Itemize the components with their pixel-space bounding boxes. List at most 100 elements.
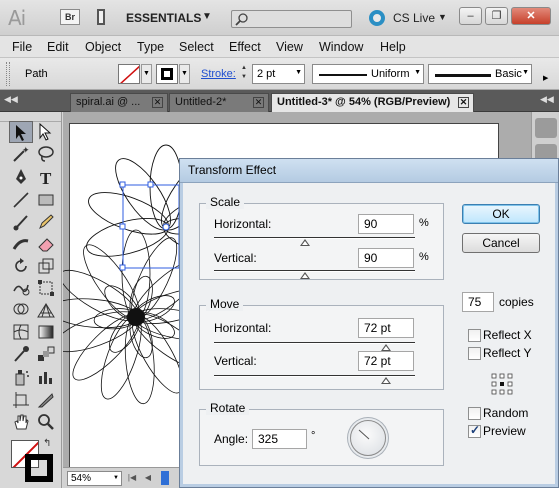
stroke-weight-stepper[interactable]: ▲ ▼ (238, 64, 250, 84)
menu-select[interactable]: Select (179, 40, 214, 54)
move-horizontal-thumb[interactable] (381, 344, 391, 351)
chevron-down-icon[interactable]: ▼ (414, 69, 421, 76)
scale-vertical-slider[interactable] (214, 270, 415, 272)
close-icon[interactable]: ✕ (253, 97, 264, 108)
scale-horizontal-thumb[interactable] (300, 239, 310, 246)
menu-help[interactable]: Help (380, 40, 406, 54)
rotate-tool[interactable] (9, 255, 33, 277)
stroke-weight-field[interactable]: 2 pt ▼ (252, 64, 305, 84)
preview-checkbox[interactable] (468, 423, 481, 438)
cs-live-button[interactable]: CS Live (393, 11, 435, 25)
scale-horizontal-slider[interactable] (214, 237, 415, 239)
scale-vertical-input[interactable]: 90 (358, 248, 414, 268)
restore-button[interactable]: ❐ (485, 7, 508, 25)
zoom-level-field[interactable]: 54% ▼ (67, 471, 122, 486)
menu-view[interactable]: View (276, 40, 303, 54)
minimize-button[interactable]: – (459, 7, 482, 25)
workspace-switcher[interactable]: ESSENTIALS (126, 11, 201, 25)
panel-grip[interactable] (6, 62, 10, 86)
mesh-tool[interactable] (9, 321, 33, 343)
random-label[interactable]: Random (483, 406, 528, 420)
copies-input[interactable]: 75 (462, 292, 494, 312)
eraser-tool[interactable] (34, 233, 58, 255)
cs-live-icon[interactable] (369, 10, 385, 26)
rectangle-tool[interactable] (34, 189, 58, 211)
magic-wand-tool[interactable]: ✦ (9, 143, 33, 165)
rotate-angle-input[interactable]: 325 (252, 429, 307, 449)
tab-untitled-2[interactable]: Untitled-2* ✕ (169, 93, 269, 112)
help-search-input[interactable] (231, 10, 352, 28)
close-icon[interactable]: ✕ (458, 97, 469, 108)
random-checkbox[interactable] (468, 407, 481, 420)
ok-button[interactable]: OK (462, 204, 540, 224)
scale-vertical-thumb[interactable] (300, 272, 310, 279)
move-vertical-thumb[interactable] (381, 377, 391, 384)
gradient-tool[interactable] (34, 321, 58, 343)
rotate-angle-dial[interactable] (350, 420, 386, 456)
cancel-button[interactable]: Cancel (462, 233, 540, 253)
panel-menu-icon[interactable]: ▶ (543, 74, 548, 82)
reflect-x-label[interactable]: Reflect X (483, 328, 532, 342)
eyedropper-tool[interactable] (9, 343, 33, 365)
chevron-down-icon[interactable]: ▼ (113, 475, 119, 481)
symbol-sprayer-tool[interactable] (9, 366, 33, 388)
hand-tool[interactable] (9, 411, 33, 433)
chevron-down-icon[interactable]: ▼ (295, 69, 302, 76)
blob-brush-tool[interactable] (9, 233, 33, 255)
stroke-swatch[interactable] (156, 64, 178, 84)
stroke-color-box[interactable] (25, 454, 53, 482)
menu-object[interactable]: Object (85, 40, 121, 54)
move-horizontal-input[interactable]: 72 pt (358, 318, 414, 338)
artboard-tool[interactable] (9, 389, 33, 411)
line-segment-tool[interactable] (9, 189, 33, 211)
color-panel-icon[interactable] (535, 118, 557, 138)
close-button[interactable]: ✕ (511, 7, 551, 25)
collapse-tools-icon[interactable]: ◀◀ (4, 94, 18, 105)
zoom-tool[interactable] (34, 411, 58, 433)
menu-edit[interactable]: Edit (47, 40, 69, 54)
type-tool[interactable]: T (34, 166, 58, 188)
lasso-tool[interactable] (34, 143, 58, 165)
stroke-dropdown[interactable]: ▼ (179, 64, 190, 84)
paintbrush-tool[interactable] (9, 211, 33, 233)
variable-width-profile[interactable]: Uniform ▼ (312, 64, 424, 84)
menu-file[interactable]: File (12, 40, 32, 54)
reflect-y-checkbox[interactable] (468, 347, 481, 360)
scale-horizontal-input[interactable]: 90 (358, 214, 414, 234)
preview-label[interactable]: Preview (483, 424, 526, 438)
first-artboard-button[interactable]: |◀ (126, 471, 138, 485)
bridge-button[interactable]: Br (60, 9, 80, 25)
scale-tool[interactable] (34, 255, 58, 277)
spirograph-artwork[interactable] (63, 112, 179, 467)
reflect-y-label[interactable]: Reflect Y (483, 346, 531, 360)
column-graph-tool[interactable] (34, 366, 58, 388)
reflect-x-checkbox[interactable] (468, 329, 481, 342)
pen-tool[interactable] (9, 166, 33, 188)
workspace-dropdown-icon[interactable]: ▼ (202, 11, 212, 22)
blend-tool[interactable] (34, 343, 58, 365)
free-transform-tool[interactable] (34, 277, 58, 299)
menu-window[interactable]: Window (319, 40, 363, 54)
slice-tool[interactable] (34, 389, 58, 411)
fill-dropdown[interactable]: ▼ (141, 64, 152, 84)
reference-point-locator[interactable] (491, 373, 513, 395)
perspective-grid-tool[interactable] (34, 299, 58, 321)
chevron-down-icon[interactable]: ▼ (438, 12, 447, 22)
fill-swatch[interactable] (118, 64, 140, 84)
selection-tool[interactable] (9, 121, 33, 143)
pencil-tool[interactable] (34, 211, 58, 233)
tab-untitled-3[interactable]: Untitled-3* @ 54% (RGB/Preview) ✕ (271, 93, 474, 112)
direct-selection-tool[interactable] (34, 121, 58, 143)
artboard-number-field[interactable] (161, 471, 169, 485)
warp-tool[interactable] (9, 277, 33, 299)
previous-artboard-button[interactable]: ◀ (142, 471, 154, 485)
close-icon[interactable]: ✕ (152, 97, 163, 108)
fill-stroke-widget[interactable]: ↰ (11, 438, 55, 484)
arrange-documents-button[interactable] (97, 9, 105, 25)
chevron-down-icon[interactable]: ▼ (522, 69, 529, 76)
stroke-panel-link[interactable]: Stroke: (201, 68, 236, 80)
menu-type[interactable]: Type (137, 40, 164, 54)
brush-definition[interactable]: Basic ▼ (428, 64, 532, 84)
menu-effect[interactable]: Effect (229, 40, 261, 54)
swap-fill-stroke-icon[interactable]: ↰ (43, 438, 51, 449)
